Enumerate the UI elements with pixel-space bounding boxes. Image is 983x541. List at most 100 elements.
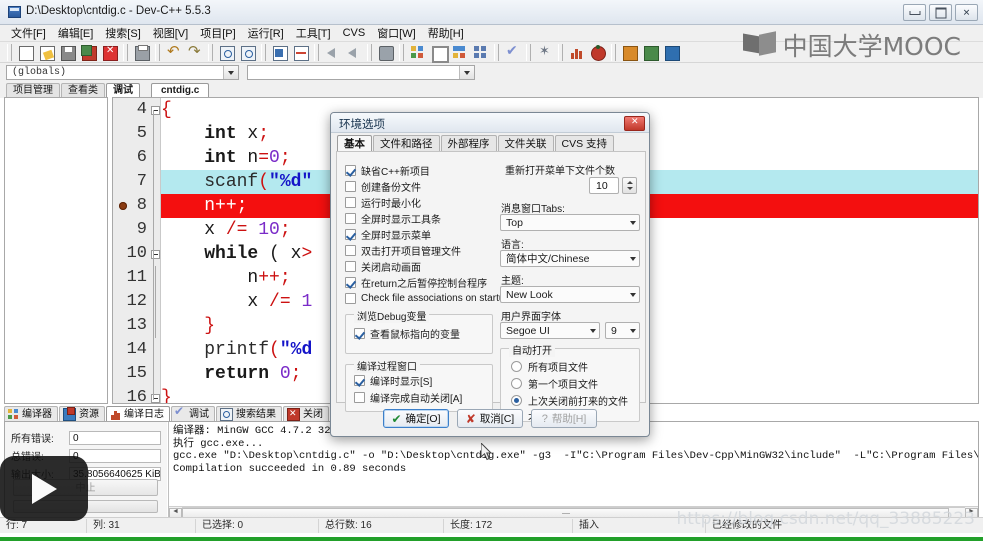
goto-line-icon[interactable] xyxy=(270,43,289,62)
tab-file-cntdig-c[interactable]: cntdig.c xyxy=(151,83,210,98)
ok-button[interactable]: ✔ 确定[O] xyxy=(383,409,449,428)
chevron-down-icon[interactable] xyxy=(223,66,238,79)
radio-row[interactable]: 第一个项目文件 xyxy=(511,375,639,392)
checkbox-icon[interactable] xyxy=(345,196,356,208)
checkbox-row[interactable]: 全屏时显示工具条 xyxy=(345,210,493,226)
maximize-button[interactable] xyxy=(929,4,952,21)
debug-icon[interactable] xyxy=(588,43,607,62)
btab-resource[interactable]: 资源 xyxy=(59,406,105,422)
cancel-button[interactable]: ✘ 取消[C] xyxy=(457,409,523,428)
checkbox-row[interactable]: Check file associations on startup xyxy=(345,290,510,306)
checkbox-icon[interactable] xyxy=(354,374,365,386)
checkbox-icon[interactable] xyxy=(345,260,356,272)
tab-debug[interactable]: 调试 xyxy=(106,83,140,98)
menu-window[interactable]: 窗口[W] xyxy=(371,24,422,42)
checkbox-icon[interactable] xyxy=(345,292,356,304)
checkbox-row[interactable]: 编译时显示[S] xyxy=(354,372,492,388)
minimize-button[interactable] xyxy=(903,4,926,21)
checkbox-row[interactable]: 在return之后暂停控制台程序 xyxy=(345,274,493,290)
radio-icon[interactable] xyxy=(511,395,522,406)
checkbox-row[interactable]: 编译完成自动关闭[A] xyxy=(354,389,492,405)
menu-tools[interactable]: 工具[T] xyxy=(290,24,337,42)
checkbox-icon[interactable] xyxy=(345,164,356,176)
step-into-icon[interactable] xyxy=(344,43,363,62)
dialog-close-button[interactable] xyxy=(624,116,645,131)
menu-help[interactable]: 帮助[H] xyxy=(422,24,470,42)
dialog-tab-basic[interactable]: 基本 xyxy=(337,135,372,152)
toggle-panel-icon[interactable] xyxy=(291,43,310,62)
recent-files-input[interactable]: 10 xyxy=(589,177,619,194)
menu-file[interactable]: 文件[F] xyxy=(5,24,52,42)
debug-dock-panel[interactable] xyxy=(4,97,108,404)
checkbox-icon[interactable] xyxy=(354,391,365,403)
ui-font-size-select[interactable]: 9 xyxy=(605,322,640,339)
close-button[interactable]: ✕ xyxy=(955,4,978,21)
dialog-tab-cvs-support[interactable]: CVS 支持 xyxy=(554,135,615,152)
find-icon[interactable] xyxy=(217,43,236,62)
stop-icon[interactable] xyxy=(376,43,395,62)
rebuild-icon[interactable] xyxy=(471,43,490,62)
environment-options-dialog[interactable]: 环境选项 基本 文件和路径 外部程序 文件关联 CVS 支持 缺省C++新项目 … xyxy=(330,112,650,461)
menu-cvs[interactable]: CVS xyxy=(337,26,372,40)
radio-icon[interactable] xyxy=(511,361,522,372)
checkbox-icon[interactable] xyxy=(345,228,356,240)
replace-icon[interactable] xyxy=(238,43,257,62)
checkbox-row[interactable]: 查看鼠标指向的变量 xyxy=(354,325,492,341)
syntax-check-icon[interactable] xyxy=(503,42,522,62)
btab-compiler[interactable]: 编译器 xyxy=(4,406,58,422)
new-file-icon[interactable] xyxy=(16,43,35,62)
menu-search[interactable]: 搜索[S] xyxy=(99,24,146,42)
chevron-down-icon[interactable] xyxy=(630,293,636,297)
step-back-icon[interactable] xyxy=(323,43,342,62)
checkbox-row[interactable]: 关闭启动画面 xyxy=(345,258,493,274)
project-options-icon[interactable] xyxy=(620,43,639,62)
radio-icon[interactable] xyxy=(511,378,522,389)
video-play-button[interactable] xyxy=(0,456,88,521)
run-icon[interactable] xyxy=(429,43,449,63)
checkbox-row[interactable]: 创建备份文件 xyxy=(345,178,493,194)
menu-project[interactable]: 项目[P] xyxy=(194,24,241,42)
btab-debug[interactable]: 调试 xyxy=(171,404,215,422)
menu-edit[interactable]: 编辑[E] xyxy=(52,24,99,42)
tab-class-browser[interactable]: 查看类 xyxy=(61,83,105,98)
chevron-down-icon[interactable] xyxy=(630,329,636,333)
checkbox-icon[interactable] xyxy=(345,244,356,256)
ui-font-family-select[interactable]: Segoe UI xyxy=(500,322,600,339)
menu-run[interactable]: 运行[R] xyxy=(242,24,290,42)
radio-row[interactable]: 所有项目文件 xyxy=(511,358,639,375)
print-icon[interactable] xyxy=(132,43,151,62)
radio-row[interactable]: 上次关闭前打来的文件 xyxy=(511,392,639,409)
btab-search-results[interactable]: 搜索结果 xyxy=(216,406,282,422)
btab-compile-log[interactable]: 编译日志 xyxy=(106,406,170,422)
checkbox-row[interactable]: 全屏时显示菜单 xyxy=(345,226,493,242)
scope-combo[interactable]: (globals) xyxy=(6,65,239,80)
redo-icon[interactable] xyxy=(185,42,204,62)
btab-close[interactable]: 关闭 xyxy=(283,406,329,422)
message-tabs-select[interactable]: Top xyxy=(500,214,640,231)
chevron-down-icon[interactable] xyxy=(630,221,636,225)
save-all-icon[interactable] xyxy=(79,43,98,62)
language-select[interactable]: 简体中文/Chinese xyxy=(500,250,640,267)
dialog-tab-files-paths[interactable]: 文件和路径 xyxy=(373,135,440,152)
undo-icon[interactable] xyxy=(164,42,183,62)
open-file-icon[interactable] xyxy=(37,43,56,62)
checkbox-row[interactable]: 运行时最小化 xyxy=(345,194,493,210)
theme-select[interactable]: New Look xyxy=(500,286,640,303)
compiler-options-icon[interactable] xyxy=(641,43,660,62)
dialog-tab-external-programs[interactable]: 外部程序 xyxy=(440,135,497,152)
checkbox-icon[interactable] xyxy=(345,212,356,224)
save-icon[interactable] xyxy=(58,43,77,62)
checkbox-icon[interactable] xyxy=(345,180,356,192)
profile-icon[interactable] xyxy=(567,43,586,62)
help-icon[interactable] xyxy=(662,43,681,62)
clean-icon[interactable] xyxy=(535,43,554,62)
dialog-tab-file-associations[interactable]: 文件关联 xyxy=(497,135,554,152)
checkbox-row[interactable]: 缺省C++新项目 xyxy=(345,162,493,178)
chevron-down-icon[interactable] xyxy=(630,257,636,261)
chevron-down-icon[interactable] xyxy=(459,66,474,79)
compile-icon[interactable] xyxy=(408,43,427,62)
checkbox-row[interactable]: 双击打开项目管理文件 xyxy=(345,242,493,258)
checkbox-icon[interactable] xyxy=(345,276,356,288)
tab-project-manager[interactable]: 项目管理 xyxy=(6,83,60,98)
recent-files-stepper[interactable] xyxy=(622,177,637,194)
